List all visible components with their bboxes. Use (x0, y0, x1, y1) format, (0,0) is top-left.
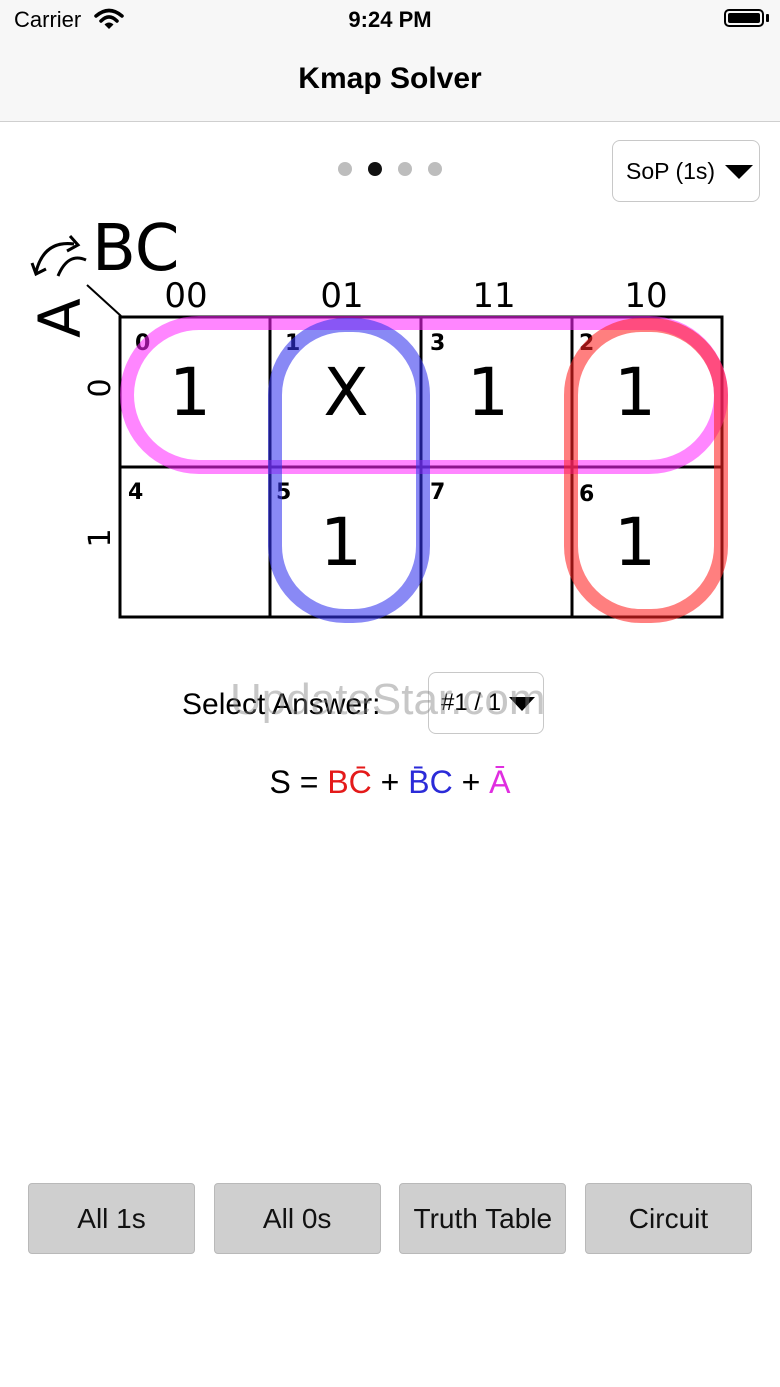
kmap-cell-index: 4 (128, 480, 143, 505)
bottom-toolbar: All 1s All 0s Truth Table Circuit (28, 1183, 752, 1255)
page-indicator[interactable] (338, 162, 442, 176)
kmap-col-header-11: 11 (472, 276, 515, 316)
kmap-col-header-10: 10 (624, 276, 667, 316)
swap-variables-icon[interactable] (30, 235, 87, 277)
expression-term-2: B̄C (408, 764, 453, 800)
dropdown-arrow-icon (725, 165, 753, 179)
mode-dropdown-value: SoP (1s) (626, 158, 716, 184)
kmap-row-variable: A (26, 298, 94, 338)
circuit-button[interactable]: Circuit (584, 1183, 752, 1254)
dropdown-arrow-icon (509, 697, 535, 711)
kmap-cell-value: X (323, 354, 368, 431)
kmap-cell-value: 1 (467, 354, 509, 431)
all-ones-button[interactable]: All 1s (28, 1183, 195, 1254)
kmap-col-variable: BC (92, 212, 179, 286)
all-zeros-button[interactable]: All 0s (213, 1183, 381, 1254)
expression-prefix: S = (269, 764, 328, 800)
truth-table-button[interactable]: Truth Table (399, 1183, 567, 1254)
kmap-cell-index: 3 (430, 331, 445, 356)
page-title: Kmap Solver (298, 62, 482, 95)
karnaugh-map[interactable]: BC A 00 01 11 10 0 1 0 1 3 2 4 5 7 6 1 X… (0, 205, 780, 630)
page-dot-4[interactable] (428, 162, 442, 176)
kmap-row-header-1: 1 (83, 528, 118, 547)
answer-dropdown-value: #1 / 1 (441, 689, 502, 716)
result-expression: S = BC̄ + B̄C + Ā (0, 764, 780, 801)
kmap-col-header-01: 01 (320, 276, 363, 316)
navigation-bar: Kmap Solver (0, 40, 780, 122)
answer-dropdown[interactable]: #1 / 1 (428, 672, 544, 734)
kmap-cell-value: 1 (320, 504, 362, 581)
battery-icon (724, 9, 764, 27)
expression-plus: + (371, 764, 409, 800)
kmap-cell-value: 1 (614, 504, 656, 581)
kmap-col-header-00: 00 (164, 276, 207, 316)
expression-plus: + (452, 764, 490, 800)
kmap-cell-value: 1 (614, 354, 656, 431)
status-bar: Carrier 9:24 PM (0, 0, 780, 40)
expression-term-3: Ā (489, 764, 511, 800)
select-answer-label: Select Answer: (182, 688, 381, 721)
kmap-row-header-0: 0 (83, 378, 118, 397)
kmap-cell-value: 1 (169, 354, 211, 431)
kmap-cell-index: 6 (579, 482, 594, 507)
answer-selector-row: Select Answer: #1 / 1 UpdateStar.com (182, 672, 582, 736)
mode-dropdown[interactable]: SoP (1s) (612, 140, 760, 202)
clock: 9:24 PM (348, 7, 432, 32)
expression-term-1: BC̄ (327, 764, 372, 800)
page-dot-2[interactable] (368, 162, 382, 176)
kmap-cell-index: 7 (430, 480, 445, 505)
battery-tip (766, 14, 769, 22)
page-dot-1[interactable] (338, 162, 352, 176)
page-dot-3[interactable] (398, 162, 412, 176)
